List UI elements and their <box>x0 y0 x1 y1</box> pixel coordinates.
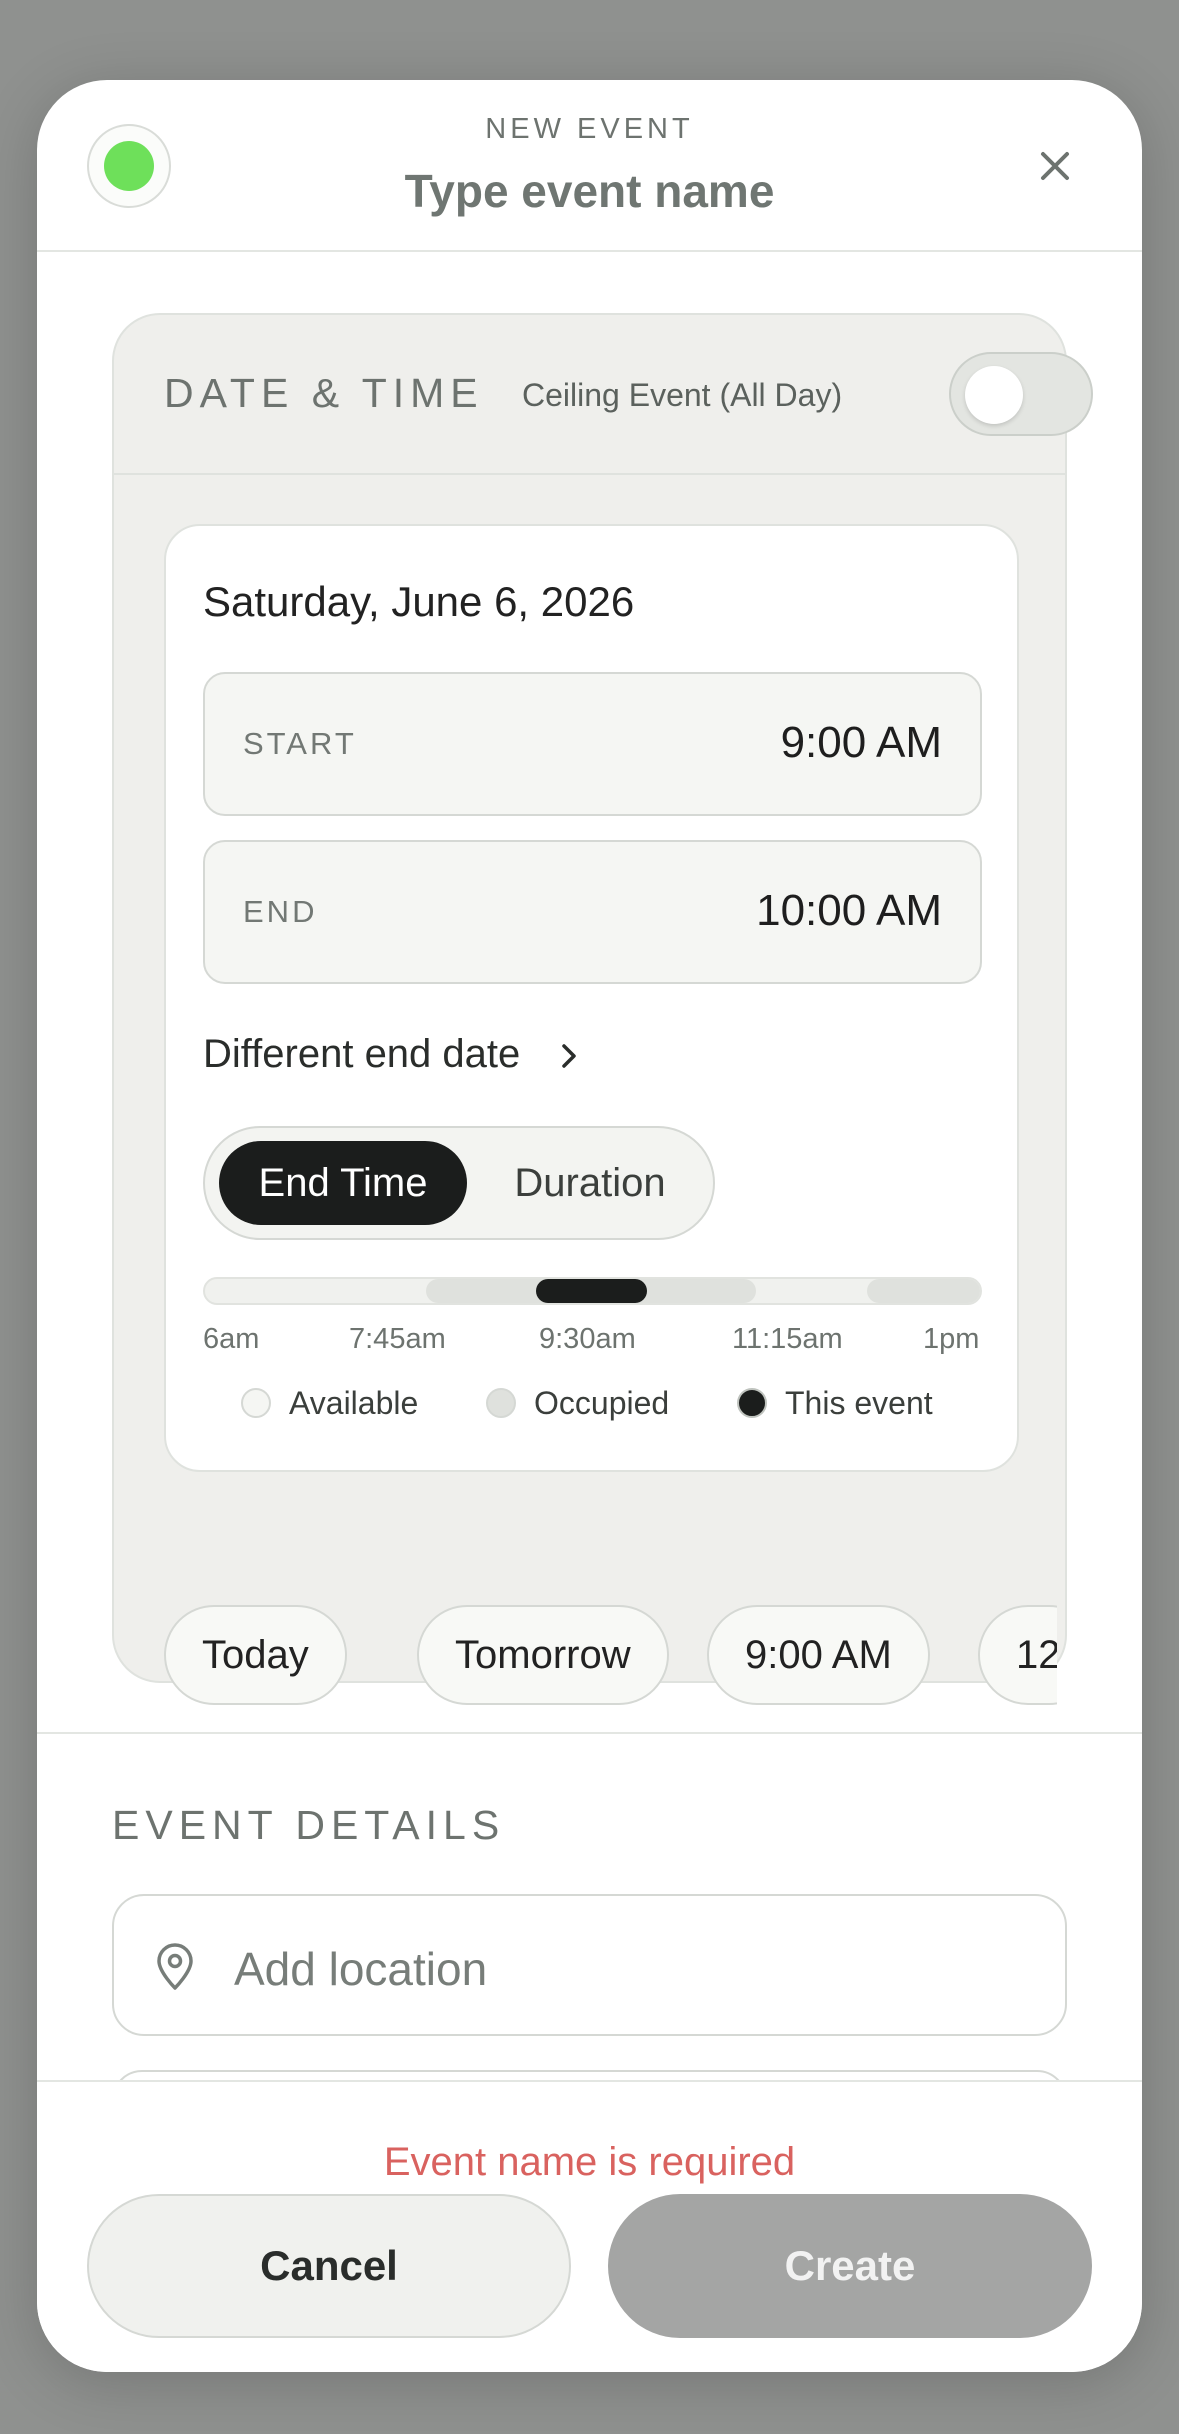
quick-chips-row: Today Tomorrow 9:00 AM 12 <box>114 315 1057 1815</box>
validation-error: Event name is required <box>383 2140 796 2184</box>
cancel-button[interactable]: Cancel <box>87 2194 571 2338</box>
chip-time[interactable]: 9:00 AM <box>707 1605 930 1705</box>
modal-header: NEW EVENT Type event name <box>37 80 1142 252</box>
modal-footer: Event name is required Cancel Create <box>37 2080 1142 2372</box>
chip-tomorrow[interactable]: Tomorrow <box>417 1605 669 1705</box>
event-name-input[interactable]: Type event name <box>37 164 1142 218</box>
location-placeholder: Add location <box>234 1943 488 1995</box>
chip-today[interactable]: Today <box>164 1605 347 1705</box>
new-event-modal: NEW EVENT Type event name DATE & TIME Ce… <box>37 80 1142 2372</box>
event-details-section-label: EVENT DETAILS <box>112 1802 506 1848</box>
create-button[interactable]: Create <box>608 2194 1092 2338</box>
date-time-card: DATE & TIME Ceiling Event (All Day) Satu… <box>112 313 1093 1705</box>
chip-more[interactable]: 12 <box>978 1605 1057 1705</box>
location-pin-icon <box>157 1943 193 1990</box>
header-subtitle: NEW EVENT <box>485 113 694 145</box>
location-input[interactable]: Add location <box>112 1894 1067 2036</box>
close-icon[interactable] <box>1027 138 1083 194</box>
section-divider <box>37 1732 1142 1734</box>
